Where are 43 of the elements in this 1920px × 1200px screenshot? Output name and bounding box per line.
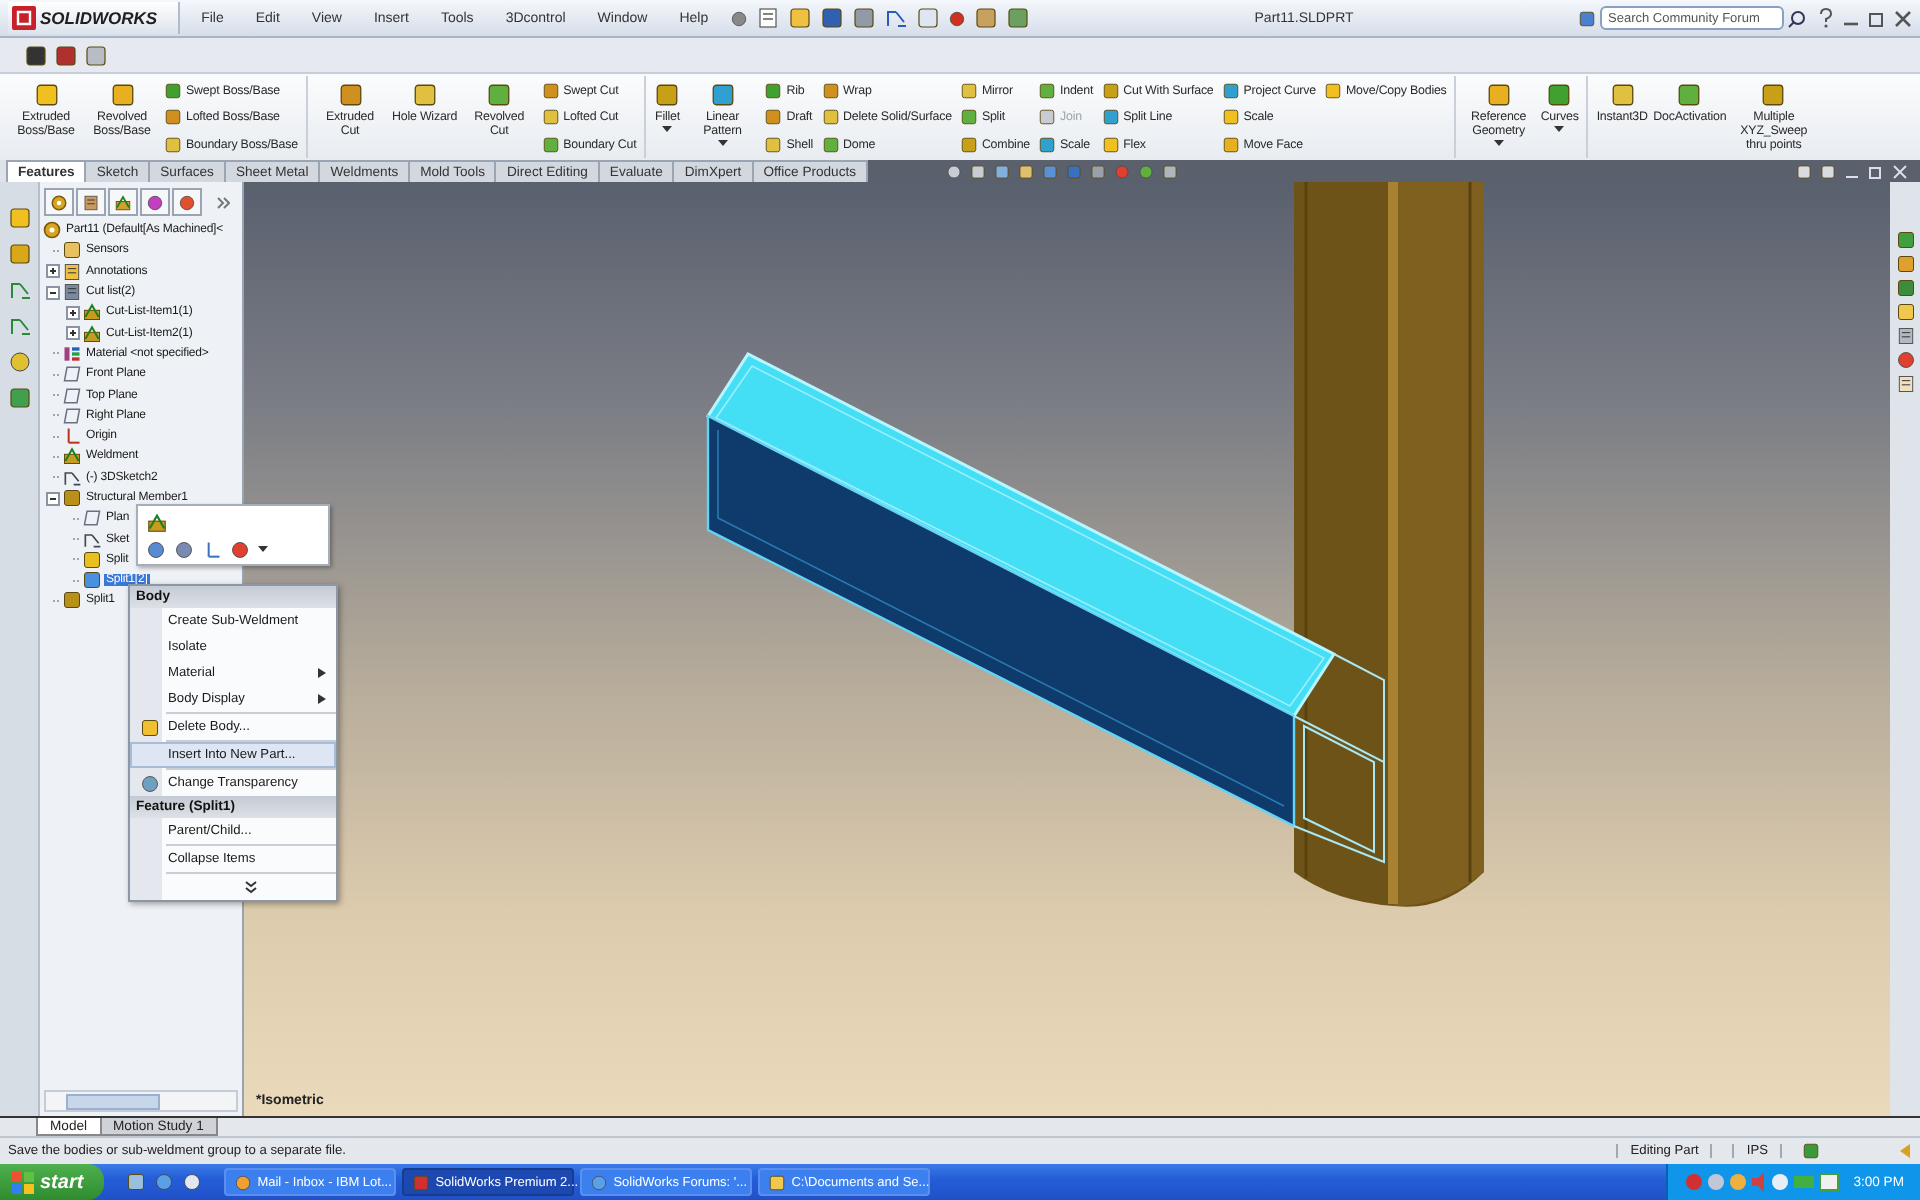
sketch-icon xyxy=(82,529,102,550)
help-icon[interactable] xyxy=(1818,8,1834,28)
submenu-arrow-icon xyxy=(318,694,326,704)
display-tab[interactable] xyxy=(172,188,202,216)
origin-icon xyxy=(62,426,82,447)
restore-icon[interactable] xyxy=(1868,9,1886,27)
configuration-tab[interactable] xyxy=(108,188,138,216)
caret-icon xyxy=(1554,126,1565,135)
help-icon[interactable] xyxy=(1802,1142,1820,1160)
chevron-icon[interactable] xyxy=(216,195,230,209)
transparency-icon xyxy=(140,773,160,793)
expand-toggle-icon[interactable] xyxy=(46,264,60,279)
sketch-icon xyxy=(62,467,82,488)
sketch-icon[interactable] xyxy=(7,278,31,302)
close-icon[interactable] xyxy=(1894,9,1912,27)
plane-icon xyxy=(62,385,82,406)
configuration-icon xyxy=(114,193,132,211)
expand-toggle-icon[interactable] xyxy=(66,326,80,341)
horizontal-scrollbar[interactable] xyxy=(44,1090,238,1112)
windows-logo-icon xyxy=(12,1171,34,1193)
weldment-icon[interactable] xyxy=(146,512,168,534)
new-document-icon[interactable] xyxy=(756,6,781,30)
dimxpert-tab[interactable] xyxy=(140,188,170,216)
logo-icon xyxy=(12,6,36,30)
delete-icon xyxy=(140,717,160,737)
caret-icon xyxy=(258,546,268,554)
caret-icon xyxy=(1493,140,1504,149)
expand-toggle-icon[interactable] xyxy=(46,491,60,505)
app-logo: SOLIDWORKS xyxy=(40,8,158,28)
search-icon[interactable] xyxy=(1788,9,1806,27)
feature-tree-tab[interactable] xyxy=(44,188,74,216)
submenu-arrow-icon xyxy=(318,668,326,678)
plane-icon xyxy=(62,364,82,385)
expand-chevron-icon[interactable] xyxy=(244,880,258,894)
property-icon xyxy=(82,193,100,211)
caret-icon xyxy=(662,126,673,135)
caret-icon xyxy=(717,140,728,149)
plane-icon xyxy=(62,405,82,426)
property-tab[interactable] xyxy=(76,188,106,216)
traffic-light-icon[interactable] xyxy=(948,9,967,27)
plane-icon xyxy=(82,508,102,529)
expand-toggle-icon[interactable] xyxy=(46,285,60,300)
expand-toggle-icon[interactable] xyxy=(66,305,80,320)
